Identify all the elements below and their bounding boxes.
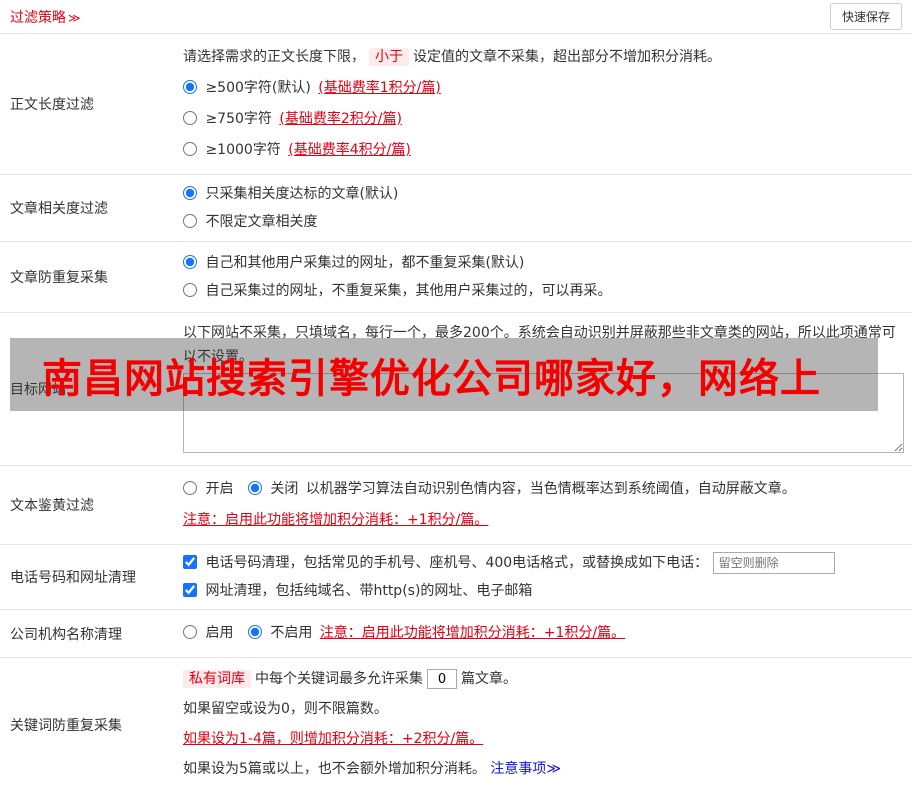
radio-company-off-label: 不启用: [270, 625, 313, 641]
radio-option-1000[interactable]: ≥1000字符 (基础费率4积分/篇): [183, 142, 411, 158]
radio-relevance-strict-input[interactable]: [183, 186, 197, 200]
radio-dedupe-self-input[interactable]: [183, 283, 197, 297]
radio-option-500[interactable]: ≥500字符(默认) (基础费率1积分/篇): [183, 80, 441, 96]
keyword-note-5plus: 如果设为5篇或以上，也不会额外增加积分消耗。: [183, 761, 486, 777]
checkbox-phone-clean-label: 电话号码清理，包括常见的手机号、座机号、400电话格式，或替换成如下电话：: [205, 555, 709, 571]
radio-dedupe-self-label: 自己采集过的网址，不重复采集，其他用户采集过的，可以再采。: [205, 283, 612, 299]
section-url-dedupe: 文章防重复采集 自己和其他用户采集过的网址，都不重复采集(默认) 自己采集过的网…: [0, 242, 912, 313]
section-body-length-label: 正文长度过滤: [10, 97, 94, 113]
replacement-phone-input[interactable]: [712, 552, 835, 574]
radio-relevance-any[interactable]: 不限定文章相关度: [183, 214, 317, 230]
radio-porn-on-input[interactable]: [183, 481, 197, 495]
page-title-text: 过滤策略: [10, 9, 66, 26]
radio-dedupe-global-input[interactable]: [183, 255, 197, 269]
body-length-intro: 请选择需求的正文长度下限， 小于 设定值的文章不采集，超出部分不增加积分消耗。: [183, 42, 904, 73]
radio-porn-off[interactable]: 关闭: [247, 481, 303, 497]
radio-relevance-strict-label: 只采集相关度达标的文章(默认): [205, 186, 399, 202]
section-porn-filter-label: 文本鉴黄过滤: [10, 498, 94, 514]
radio-dedupe-global[interactable]: 自己和其他用户采集过的网址，都不重复采集(默认): [183, 255, 524, 271]
radio-porn-on[interactable]: 开启: [183, 481, 238, 497]
radio-relevance-any-label: 不限定文章相关度: [205, 214, 318, 230]
radio-porn-off-input[interactable]: [247, 481, 262, 495]
radio-company-on-label: 启用: [205, 625, 234, 641]
radio-company-on-input[interactable]: [183, 625, 197, 639]
keyword-note-zero: 如果留空或设为0，则不限篇数。: [183, 701, 388, 717]
top-bar: 过滤策略 ≫ 快速保存: [0, 0, 912, 34]
porn-filter-desc: 以机器学习算法自动识别色情内容，当色情概率达到系统阈值，自动屏蔽文章。: [305, 481, 796, 497]
checkbox-url-clean[interactable]: 网址清理，包括纯域名、带http(s)的网址、电子邮箱: [183, 583, 532, 599]
radio-relevance-strict[interactable]: 只采集相关度达标的文章(默认): [183, 186, 398, 202]
radio-company-on[interactable]: 启用: [183, 625, 238, 641]
keyword-limit-text-mid: 中每个关键词最多允许采集: [255, 671, 423, 687]
section-relevance: 文章相关度过滤 只采集相关度达标的文章(默认) 不限定文章相关度: [0, 175, 912, 242]
section-target-sites: 目标网站 以下网站不采集，只填域名，每行一个，最多200个。系统会自动识别并屏蔽…: [0, 313, 912, 466]
radio-750-fee-note: (基础费率2积分/篇): [279, 111, 402, 127]
radio-1000-label: ≥1000字符: [205, 142, 281, 158]
section-target-sites-label: 目标网站: [10, 382, 66, 398]
chevron-double-icon: ≫: [68, 10, 81, 25]
radio-750-input[interactable]: [183, 111, 197, 125]
radio-relevance-any-input[interactable]: [183, 214, 197, 228]
notice-link[interactable]: 注意事项≫: [490, 761, 561, 777]
radio-porn-on-label: 开启: [205, 481, 234, 497]
target-sites-textarea[interactable]: [183, 373, 904, 453]
keyword-limit-text-end: 篇文章。: [461, 671, 517, 687]
radio-porn-off-label: 关闭: [270, 481, 299, 497]
radio-1000-input[interactable]: [183, 142, 197, 156]
radio-company-off-input[interactable]: [247, 625, 262, 639]
radio-dedupe-self[interactable]: 自己采集过的网址，不重复采集，其他用户采集过的，可以再采。: [183, 283, 611, 299]
section-keyword-dedupe: 关键词防重复采集 私有词库中每个关键词最多允许采集 篇文章。 如果留空或设为0，则…: [0, 658, 912, 792]
section-phone-url-clean-label: 电话号码和网址清理: [10, 570, 136, 586]
radio-500-label: ≥500字符(默认): [205, 80, 311, 96]
section-company-clean: 公司机构名称清理 启用 不启用 注意：启用此功能将增加积分消耗：+1积分/篇。: [0, 610, 912, 658]
section-body-length: 正文长度过滤 请选择需求的正文长度下限， 小于 设定值的文章不采集，超出部分不增加积…: [0, 34, 912, 175]
intro-text-post: 设定值的文章不采集，超出部分不增加积分消耗。: [413, 49, 721, 65]
page-title: 过滤策略 ≫: [10, 7, 81, 27]
checkbox-url-clean-label: 网址清理，包括纯域名、带http(s)的网址、电子邮箱: [205, 583, 533, 599]
section-company-clean-label: 公司机构名称清理: [10, 626, 122, 643]
keyword-note-1-4: 如果设为1-4篇，则增加积分消耗：+2积分/篇。: [183, 731, 484, 747]
checkbox-phone-clean-input[interactable]: [183, 555, 197, 569]
radio-500-input[interactable]: [183, 80, 197, 94]
section-porn-filter: 文本鉴黄过滤 开启 关闭 以机器学习算法自动识别色情内容，当色情概率达到系统阈值…: [0, 466, 912, 545]
intro-text-pre: 请选择需求的正文长度下限，: [183, 49, 365, 65]
radio-1000-fee-note: (基础费率4积分/篇): [288, 142, 411, 158]
less-than-tag: 小于: [369, 48, 409, 66]
radio-dedupe-global-label: 自己和其他用户采集过的网址，都不重复采集(默认): [205, 255, 525, 271]
checkbox-phone-clean[interactable]: 电话号码清理，包括常见的手机号、座机号、400电话格式，或替换成如下电话：: [183, 555, 713, 571]
radio-750-label: ≥750字符: [205, 111, 272, 127]
porn-filter-fee-note: 注意：启用此功能将增加积分消耗：+1积分/篇。: [183, 512, 489, 528]
private-lexicon-tag[interactable]: 私有词库: [183, 670, 251, 688]
radio-company-off[interactable]: 不启用: [247, 625, 317, 641]
radio-500-fee-note: (基础费率1积分/篇): [318, 80, 441, 96]
section-relevance-label: 文章相关度过滤: [10, 201, 108, 217]
company-clean-fee-note: 注意：启用此功能将增加积分消耗：+1积分/篇。: [319, 625, 626, 641]
section-phone-url-clean: 电话号码和网址清理 电话号码清理，包括常见的手机号、座机号、400电话格式，或替…: [0, 545, 912, 610]
checkbox-url-clean-input[interactable]: [183, 583, 197, 597]
quick-save-button[interactable]: 快速保存: [829, 3, 902, 30]
section-url-dedupe-label: 文章防重复采集: [10, 270, 108, 286]
keyword-limit-input[interactable]: [427, 669, 457, 689]
target-sites-intro: 以下网站不采集，只填域名，每行一个，最多200个。系统会自动识别并屏蔽那些非文章…: [183, 325, 896, 365]
radio-option-750[interactable]: ≥750字符 (基础费率2积分/篇): [183, 111, 402, 127]
section-keyword-dedupe-label: 关键词防重复采集: [10, 718, 122, 734]
